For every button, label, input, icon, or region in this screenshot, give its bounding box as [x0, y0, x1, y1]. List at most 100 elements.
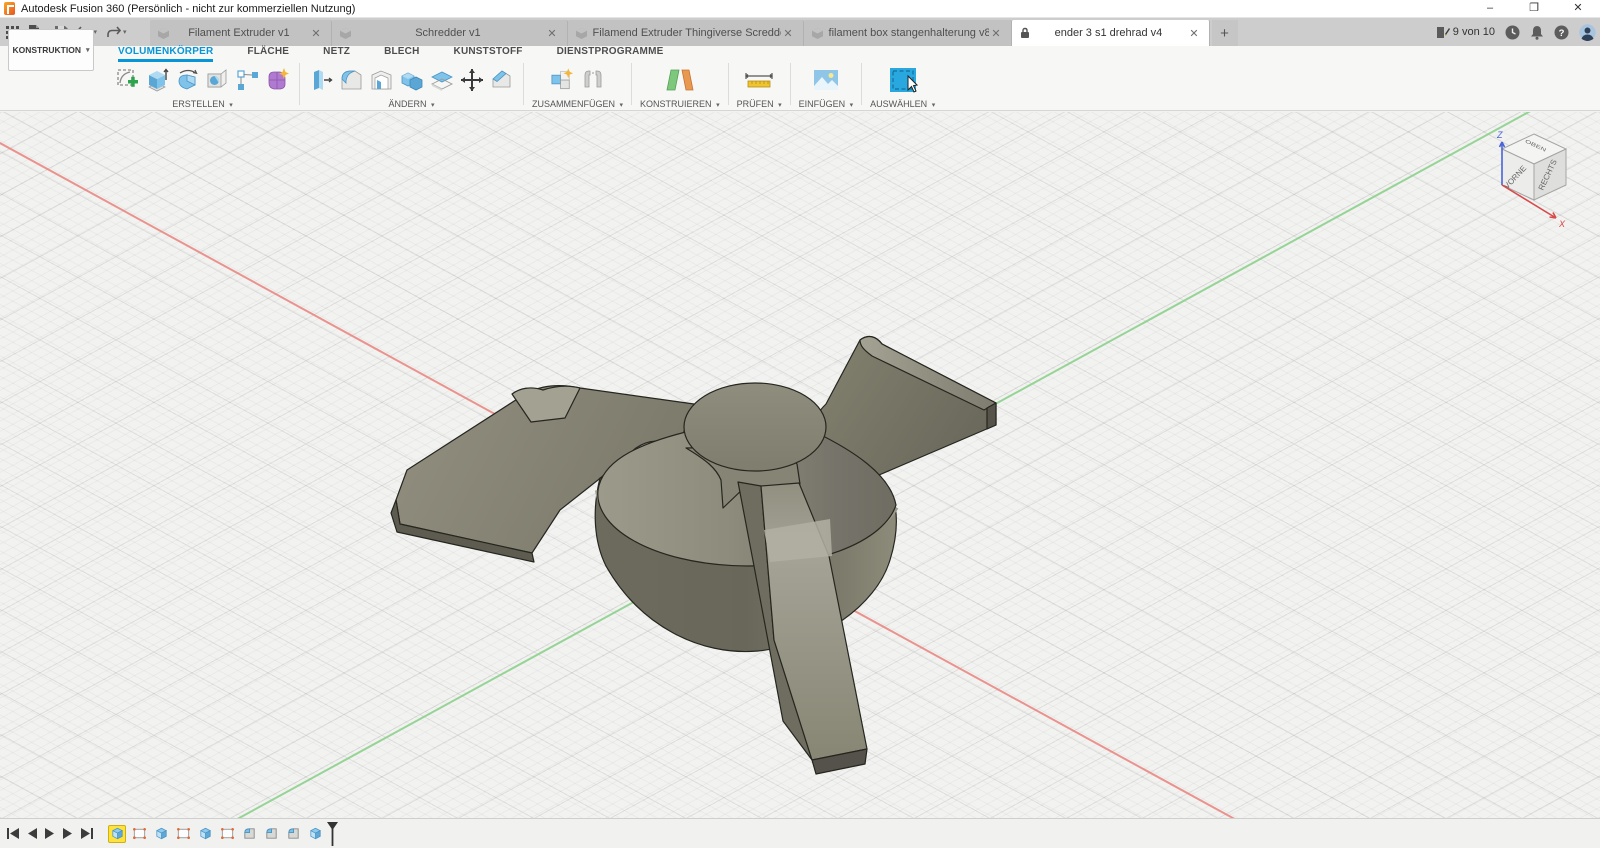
- timeline-feature-fillet[interactable]: [240, 825, 258, 843]
- measure-icon[interactable]: [741, 65, 777, 95]
- title-bar: Autodesk Fusion 360 (Persönlich - nicht …: [0, 0, 1600, 18]
- timeline-feature-extrude[interactable]: [196, 825, 214, 843]
- new-component-icon[interactable]: [549, 65, 576, 95]
- timeline-feature-sketch[interactable]: [218, 825, 236, 843]
- group-label-pruefen[interactable]: PRÜFEN ▾: [737, 99, 782, 109]
- document-cube-icon: [158, 28, 169, 39]
- shell-icon[interactable]: [368, 65, 395, 95]
- timeline-feature-extrude[interactable]: [108, 825, 126, 843]
- toolbar-separator: [631, 63, 632, 105]
- timeline-position-marker[interactable]: [326, 822, 339, 846]
- model-viewport[interactable]: OBEN VORNE RECHTS Z X: [0, 112, 1600, 818]
- offset-face-icon[interactable]: [428, 65, 455, 95]
- play-button[interactable]: [44, 827, 56, 840]
- insert-image-icon[interactable]: [808, 65, 844, 95]
- redo-icon[interactable]: ▾: [106, 26, 127, 38]
- timeline-feature-extrude[interactable]: [152, 825, 170, 843]
- timeline-feature-extrude[interactable]: [306, 825, 324, 843]
- tab-schredder-v1[interactable]: Schredder v1 ✕: [332, 20, 568, 46]
- restore-button[interactable]: ❐: [1512, 0, 1556, 18]
- move-copy-icon[interactable]: [458, 65, 485, 95]
- svg-text:?: ?: [1559, 28, 1565, 39]
- revolve-icon[interactable]: [174, 65, 201, 95]
- help-icon[interactable]: ?: [1554, 25, 1569, 40]
- joint-icon[interactable]: [579, 65, 606, 95]
- timeline-feature-fillet[interactable]: [262, 825, 280, 843]
- create-sketch-icon[interactable]: [114, 65, 141, 95]
- pattern-icon[interactable]: [234, 65, 261, 95]
- tab-close-icon[interactable]: ✕: [781, 27, 794, 40]
- clock-icon[interactable]: [1505, 25, 1520, 40]
- model-canvas[interactable]: [0, 112, 1600, 818]
- tab-blech[interactable]: BLECH: [384, 46, 419, 62]
- avatar[interactable]: [1579, 24, 1596, 41]
- caret-down-icon: ▾: [431, 102, 435, 109]
- document-tab-bar: ▾ ▾ ▾ Filament Extruder v1 ✕ Schredder v…: [0, 18, 1600, 46]
- window-title: Autodesk Fusion 360 (Persönlich - nicht …: [21, 3, 355, 15]
- toolbar-separator: [299, 63, 300, 105]
- group-aendern: ÄNDERN ▾: [302, 62, 521, 109]
- notifications-bell-icon[interactable]: [1530, 25, 1544, 40]
- job-status-label: 9 von 10: [1453, 26, 1495, 38]
- new-tab-button[interactable]: +: [1212, 20, 1238, 46]
- tab-ender-3-s1-drehrad[interactable]: ender 3 s1 drehrad v4 ✕: [1012, 20, 1210, 46]
- fillet-icon[interactable]: [338, 65, 365, 95]
- konstruktion-dropdown[interactable]: KONSTRUKTION ▾: [8, 29, 94, 71]
- timeline-feature-sketch[interactable]: [130, 825, 148, 843]
- tab-close-icon[interactable]: ✕: [989, 27, 1002, 40]
- timeline-features: [108, 825, 324, 843]
- minimize-button[interactable]: –: [1468, 0, 1512, 18]
- toolbar: ERSTELLEN ▾: [0, 62, 1600, 111]
- step-back-button[interactable]: [26, 827, 38, 840]
- group-konstruieren: KONSTRUIEREN ▾: [634, 62, 726, 109]
- group-label-einfuegen[interactable]: EINFÜGEN ▾: [799, 99, 854, 109]
- tab-volumenkoerper[interactable]: VOLUMENKÖRPER: [118, 46, 213, 62]
- tab-kunststoff[interactable]: KUNSTSTOFF: [454, 46, 523, 62]
- toolbar-separator: [790, 63, 791, 105]
- caret-down-icon: ▾: [778, 102, 782, 109]
- tab-filament-extruder-v1[interactable]: Filament Extruder v1 ✕: [150, 20, 332, 46]
- extrude-icon[interactable]: [144, 65, 171, 95]
- knob-model: [391, 337, 996, 774]
- tab-dienstprogramme[interactable]: DIENSTPROGRAMME: [557, 46, 664, 62]
- group-label-konstruieren[interactable]: KONSTRUIEREN ▾: [640, 99, 720, 109]
- group-label-auswaehlen[interactable]: AUSWÄHLEN ▾: [870, 99, 935, 109]
- hole-icon[interactable]: [204, 65, 231, 95]
- job-status[interactable]: 9 von 10: [1436, 26, 1495, 39]
- view-cube[interactable]: OBEN VORNE RECHTS Z X: [1494, 126, 1578, 230]
- skip-end-button[interactable]: [80, 827, 94, 840]
- tab-close-icon[interactable]: ✕: [1187, 27, 1200, 40]
- tab-filamend-extruder-thingiverse[interactable]: Filamend Extruder Thingiverse Scredder v…: [568, 20, 804, 46]
- select-icon[interactable]: [885, 65, 921, 95]
- caret-down-icon: ▾: [620, 102, 624, 109]
- tab-netz[interactable]: NETZ: [323, 46, 350, 62]
- group-erstellen: ERSTELLEN ▾: [108, 62, 297, 109]
- create-form-icon[interactable]: [264, 65, 291, 95]
- timeline-feature-fillet[interactable]: [284, 825, 302, 843]
- tab-close-icon[interactable]: ✕: [545, 27, 558, 40]
- group-label-zusammenfuegen[interactable]: ZUSAMMENFÜGEN ▾: [532, 99, 623, 109]
- job-tasks-icon: [1436, 26, 1450, 39]
- toolbar-separator: [523, 63, 524, 105]
- step-forward-button[interactable]: [62, 827, 74, 840]
- draft-icon[interactable]: [488, 65, 515, 95]
- tab-label: Filamend Extruder Thingiverse Scredder v…: [587, 27, 782, 39]
- tab-close-icon[interactable]: ✕: [309, 27, 322, 40]
- group-auswaehlen: AUSWÄHLEN ▾: [864, 62, 941, 109]
- caret-down-icon: ▾: [932, 102, 936, 109]
- skip-start-button[interactable]: [6, 827, 20, 840]
- press-pull-icon[interactable]: [308, 65, 335, 95]
- fusion-app-icon: [4, 2, 15, 15]
- tab-label: filament box stangenhalterung v8: [823, 27, 990, 39]
- lock-icon: [1020, 27, 1030, 39]
- tab-flaeche[interactable]: FLÄCHE: [247, 46, 289, 62]
- caret-down-icon: ▾: [94, 28, 98, 36]
- group-label-erstellen[interactable]: ERSTELLEN ▾: [172, 99, 233, 109]
- combine-icon[interactable]: [398, 65, 425, 95]
- construction-plane-icon[interactable]: [660, 65, 700, 95]
- close-button[interactable]: ✕: [1556, 0, 1600, 18]
- caret-down-icon: ▾: [716, 102, 720, 109]
- group-label-aendern[interactable]: ÄNDERN ▾: [388, 99, 434, 109]
- tab-filament-box-stangenhalterung[interactable]: filament box stangenhalterung v8 ✕: [804, 20, 1012, 46]
- timeline-feature-sketch[interactable]: [174, 825, 192, 843]
